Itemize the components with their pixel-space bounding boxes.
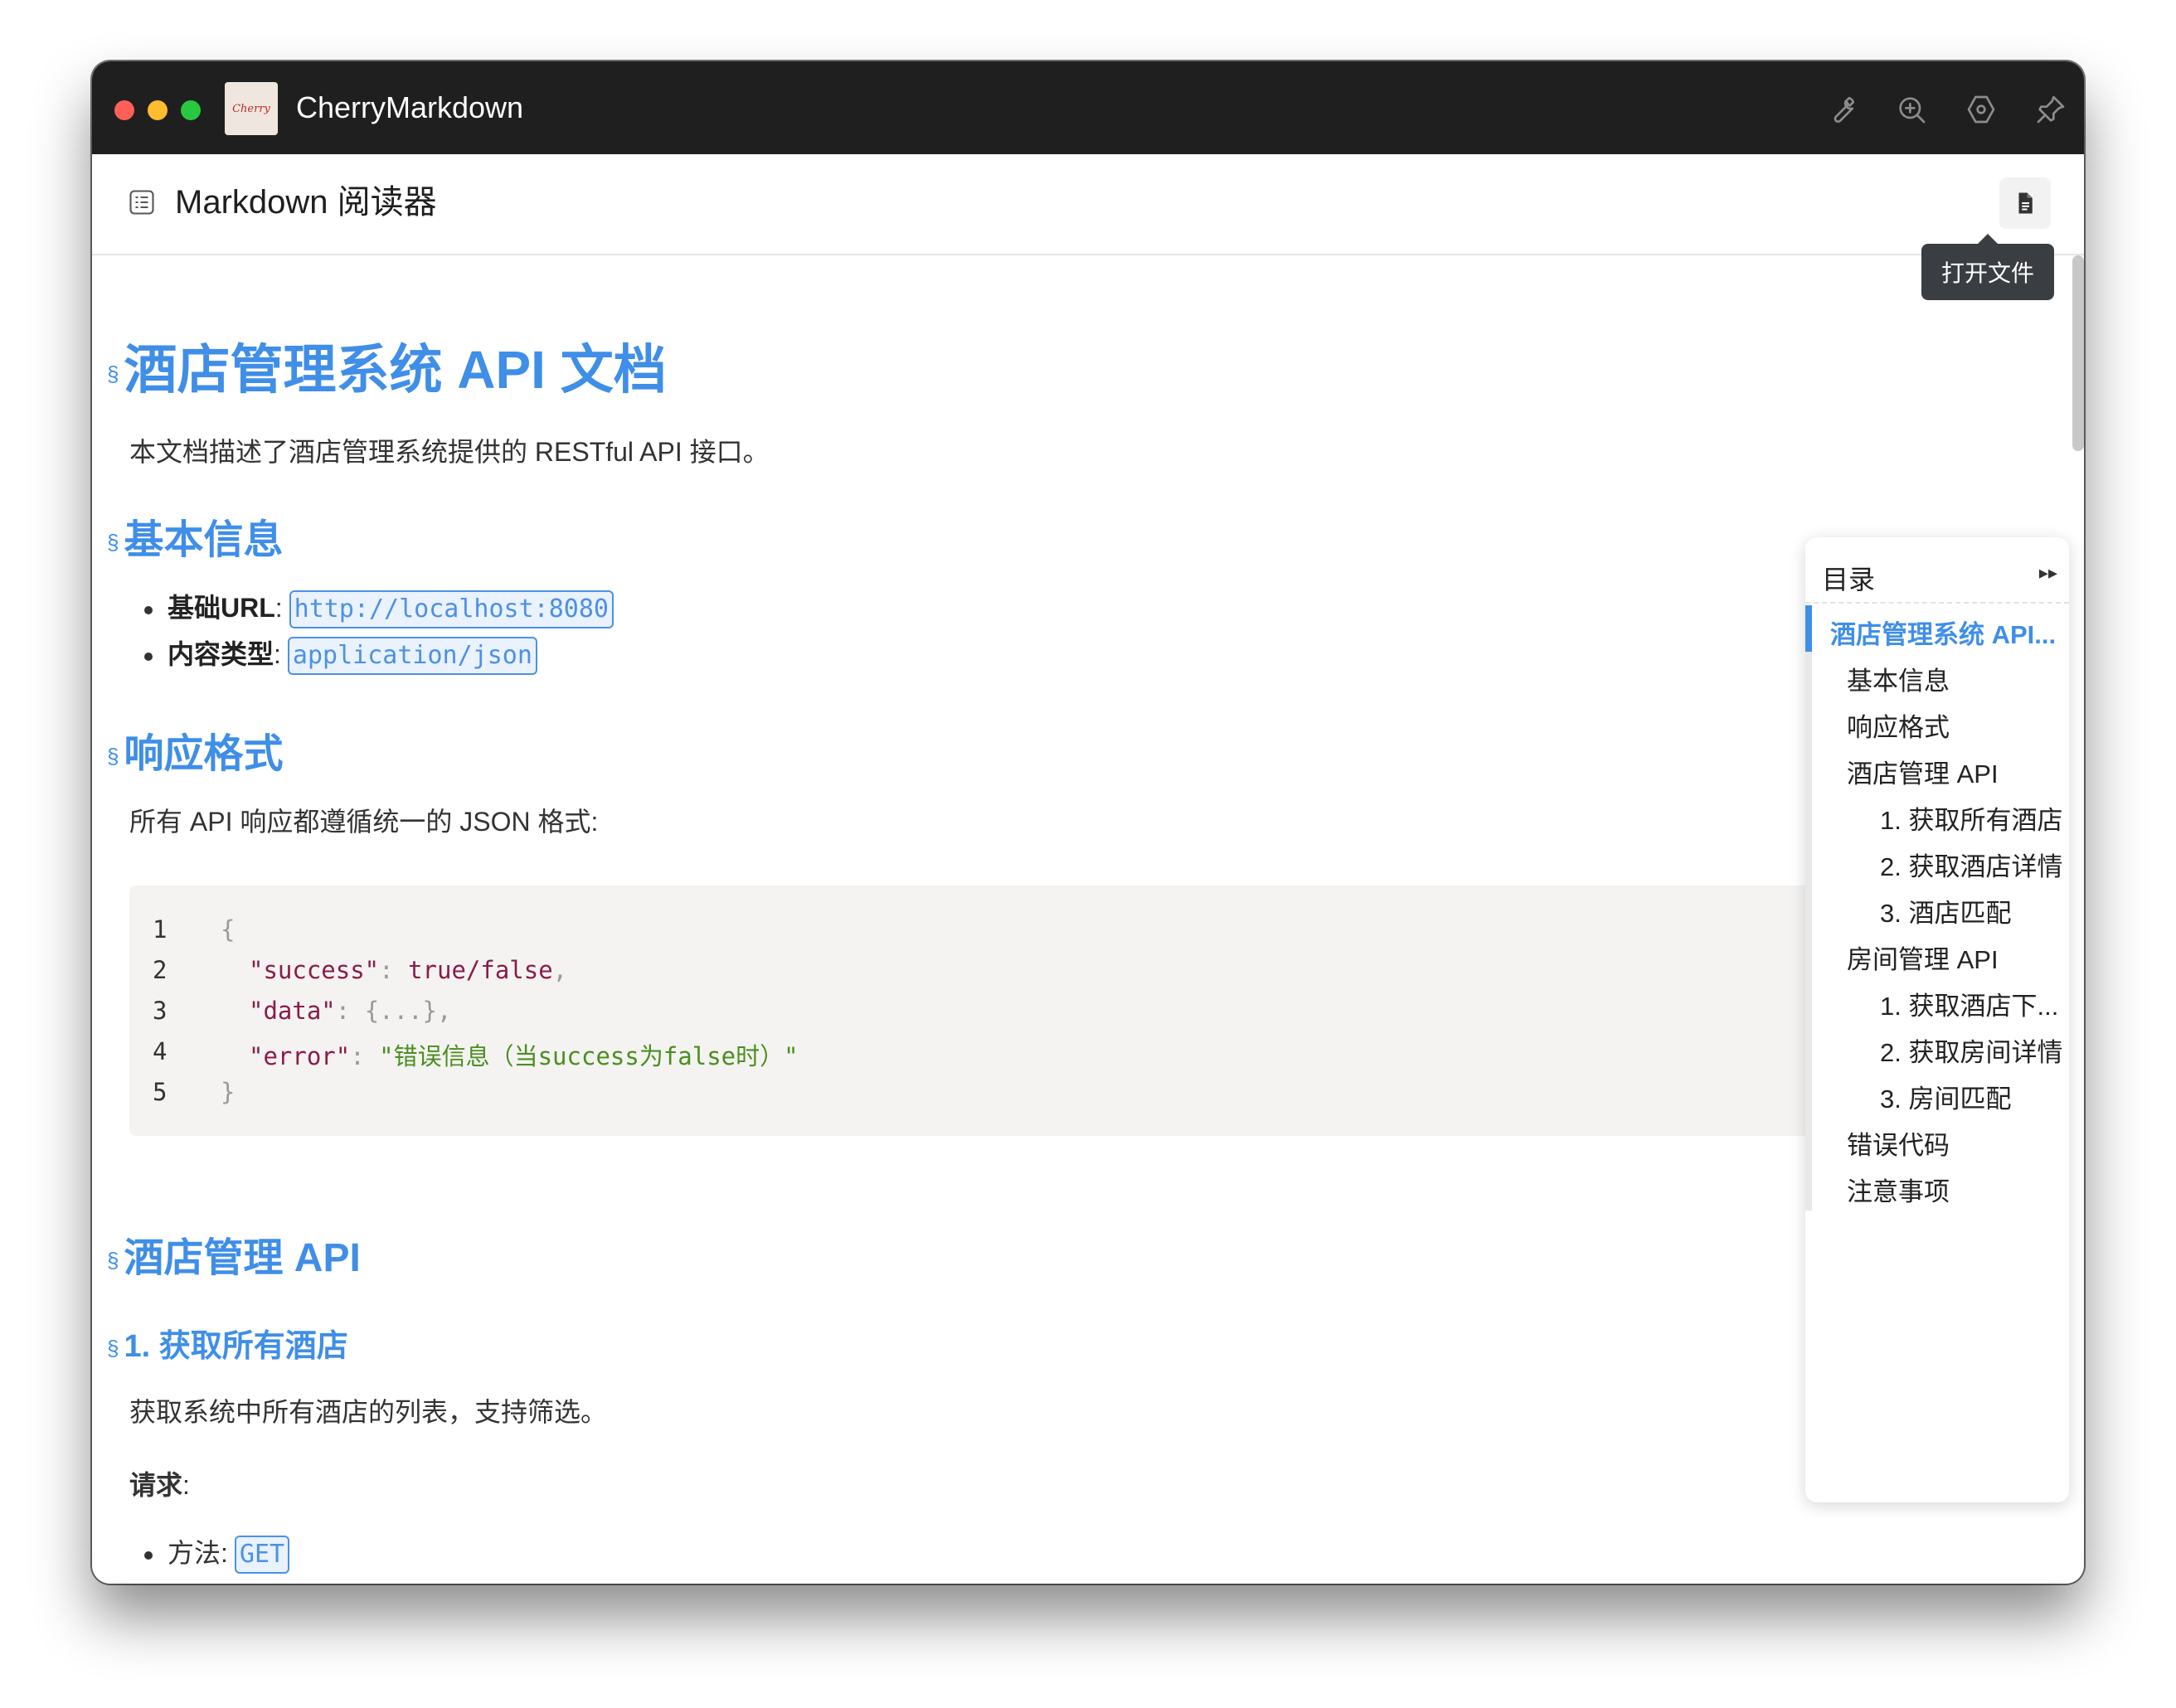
toc-item[interactable]: 基本信息: [1847, 660, 1950, 697]
toc-collapse-icon[interactable]: ▸▸: [2039, 562, 2057, 584]
toc-item[interactable]: 酒店管理系统 API...: [1830, 614, 2067, 651]
toc-item[interactable]: 响应格式: [1847, 706, 1950, 744]
markdown-preview[interactable]: §酒店管理系统 API 文档 本文档描述了酒店管理系统提供的 RESTful A…: [92, 255, 2084, 1584]
intro-paragraph: 本文档描述了酒店管理系统提供的 RESTful API 接口。: [129, 437, 770, 467]
list-item: 内容类型: application/json: [144, 633, 537, 675]
list-item: 基础URL: http://localhost:8080: [144, 587, 614, 628]
toc-item[interactable]: 2. 获取房间详情: [1880, 1031, 2062, 1069]
outline-icon[interactable]: [127, 187, 157, 217]
toc-item[interactable]: 错误代码: [1847, 1124, 1950, 1162]
heading-anchor-icon[interactable]: §: [107, 744, 119, 769]
reader-title: Markdown 阅读器: [175, 184, 437, 221]
heading-anchor-icon[interactable]: §: [107, 530, 119, 555]
reader-toolbar: Markdown 阅读器: [92, 154, 2084, 255]
h3-get-all-hotels: § 1. 获取所有酒店: [107, 1329, 348, 1364]
h2-basic-info: § 基本信息: [107, 518, 284, 562]
open-file-button[interactable]: [1999, 177, 2051, 229]
toc-active-indicator: [1805, 605, 1812, 652]
minimize-window-button[interactable]: [148, 100, 168, 120]
inline-code: http://localhost:8080: [289, 590, 614, 628]
zoom-window-button[interactable]: [181, 100, 201, 120]
toc-item[interactable]: 房间管理 API: [1847, 939, 1999, 976]
zoom-in-icon[interactable]: [1895, 93, 1928, 126]
heading-anchor-icon[interactable]: §: [107, 361, 119, 386]
inline-code: application/json: [287, 637, 537, 675]
toc-item[interactable]: 酒店管理 API: [1847, 753, 1999, 790]
toc-rail: [1805, 605, 1812, 1211]
toc-item[interactable]: 3. 房间匹配: [1880, 1078, 2011, 1115]
heading-anchor-icon[interactable]: §: [107, 1336, 119, 1361]
inline-code: GET: [234, 1536, 290, 1574]
toc-item[interactable]: 1. 获取所有酒店: [1880, 799, 2062, 837]
toc-panel: 目录 ▸▸ 酒店管理系统 API... 基本信息 响应格式 酒店管理 API 1…: [1805, 537, 2069, 1502]
heading-anchor-icon[interactable]: §: [107, 1248, 119, 1273]
app-window: Cherry CherryMarkdown Markdown 阅读器 打开文件 …: [92, 61, 2084, 1584]
wrench-icon[interactable]: [1825, 93, 1858, 126]
request-label: 请求:: [129, 1470, 190, 1500]
title-bar: Cherry CherryMarkdown: [92, 61, 2084, 154]
app-logo-icon: Cherry: [225, 82, 278, 135]
toc-item[interactable]: 注意事项: [1847, 1171, 1950, 1208]
app-title: CherryMarkdown: [296, 90, 524, 124]
get-all-description: 获取系统中所有酒店的列表，支持筛选。: [129, 1397, 608, 1427]
h2-hotel-api: § 酒店管理 API: [107, 1236, 361, 1280]
settings-hex-icon[interactable]: [1965, 93, 1998, 126]
file-icon: [2018, 192, 2033, 214]
close-window-button[interactable]: [114, 100, 134, 120]
code-block[interactable]: 1 { 2 "success": true/false, 3 "data": {…: [129, 886, 1912, 1136]
h2-response-format: § 响应格式: [107, 732, 284, 776]
response-paragraph: 所有 API 响应都遵循统一的 JSON 格式:: [129, 807, 599, 837]
toc-item[interactable]: 1. 获取酒店下...: [1880, 985, 2058, 1022]
h1-heading: §酒店管理系统 API 文档: [107, 340, 667, 400]
vertical-scrollbar[interactable]: [2072, 255, 2084, 451]
pin-icon[interactable]: [2034, 93, 2067, 126]
list-item: 方法: GET: [144, 1532, 290, 1574]
toc-title: 目录: [1822, 565, 1876, 594]
divider: [1805, 602, 2069, 604]
open-file-tooltip: 打开文件: [1921, 234, 2054, 300]
toc-item[interactable]: 2. 获取酒店详情: [1880, 846, 2062, 883]
toc-item[interactable]: 3. 酒店匹配: [1880, 892, 2011, 929]
